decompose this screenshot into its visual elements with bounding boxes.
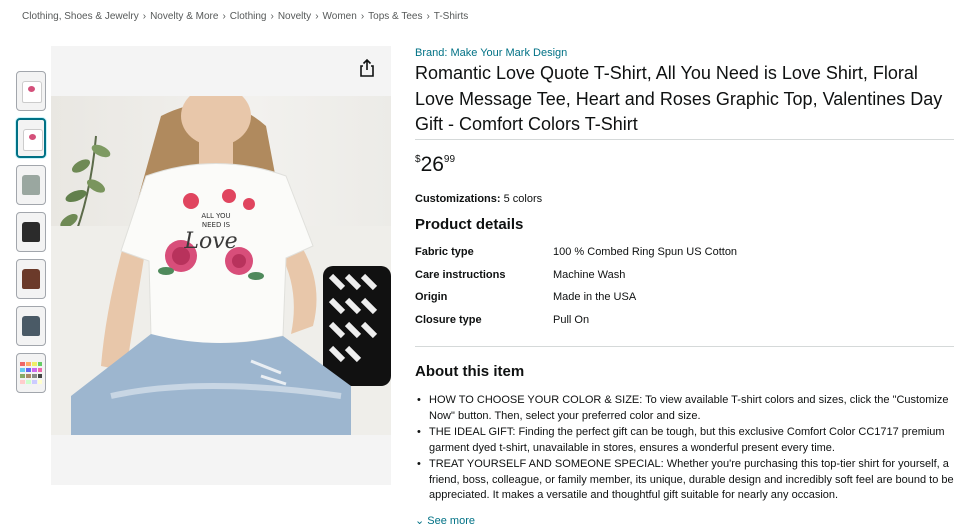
breadcrumb-separator: › — [222, 11, 226, 22]
product-details-table: Fabric type 100 % Combed Ring Spun US Cot… — [415, 246, 737, 337]
breadcrumb-link[interactable]: Clothing — [230, 11, 267, 22]
product-details-heading: Product details — [415, 216, 524, 233]
breadcrumb-separator: › — [142, 11, 147, 22]
product-title: Romantic Love Quote T-Shirt, All You Nee… — [415, 63, 943, 134]
detail-row: Fabric type 100 % Combed Ring Spun US Cot… — [415, 246, 737, 269]
shirt-photo-thumbnail-icon — [23, 129, 43, 151]
price-currency: $ — [415, 154, 421, 165]
thumbnail-5[interactable] — [16, 259, 46, 299]
image-thumbnail-strip — [16, 71, 48, 400]
share-icon[interactable] — [356, 57, 378, 79]
thumbnail-6[interactable] — [16, 306, 46, 346]
about-bullet: HOW TO CHOOSE YOUR COLOR & SIZE: To view… — [415, 393, 955, 425]
breadcrumb-link[interactable]: Women — [323, 11, 357, 22]
detail-row: Origin Made in the USA — [415, 291, 737, 314]
breadcrumb-separator: › — [360, 11, 365, 22]
breadcrumb-link[interactable]: T-Shirts — [434, 11, 468, 22]
detail-key: Care instructions — [415, 268, 506, 281]
shirt-photo-thumbnail-icon — [22, 175, 40, 195]
product-photo: ALL YOU NEED IS Love — [51, 96, 391, 435]
shirt-photo-thumbnail-icon — [22, 81, 42, 103]
main-product-image[interactable]: ALL YOU NEED IS Love — [51, 46, 391, 485]
breadcrumb-separator: › — [426, 11, 430, 22]
shirt-photo-thumbnail-icon — [22, 269, 40, 289]
model-wearing-shirt-illustration: ALL YOU NEED IS Love — [51, 96, 391, 435]
graphic-text-line3: Love — [183, 229, 237, 254]
thumbnail-2-selected[interactable] — [16, 118, 46, 158]
shirt-photo-thumbnail-icon — [22, 316, 40, 336]
graphic-text-line2: NEED IS — [202, 221, 231, 229]
price-whole: 26 — [420, 153, 444, 176]
thumbnail-1[interactable] — [16, 71, 46, 111]
detail-value: Made in the USA — [553, 291, 637, 304]
customizations-value: 5 colors — [503, 193, 543, 205]
color-chart-thumbnail-icon — [20, 362, 42, 384]
breadcrumb-link[interactable]: Novelty — [278, 11, 311, 22]
brand-link[interactable]: Brand: Make Your Mark Design — [415, 47, 567, 59]
thumbnail-4[interactable] — [16, 212, 46, 252]
breadcrumb-link[interactable]: Novelty & More — [150, 11, 218, 22]
divider — [415, 139, 954, 140]
about-bullet: TREAT YOURSELF AND SOMEONE SPECIAL: Whet… — [415, 457, 955, 505]
price-fraction: 99 — [443, 154, 456, 165]
detail-value: 100 % Combed Ring Spun US Cotton — [553, 246, 738, 258]
detail-key: Fabric type — [415, 246, 474, 258]
customizations: Customizations: 5 colors — [415, 193, 542, 205]
thumbnail-3[interactable] — [16, 165, 46, 205]
about-bullet: THE IDEAL GIFT: Finding the perfect gift… — [415, 425, 955, 457]
detail-row: Care instructions Machine Wash — [415, 269, 737, 292]
rose-graphic-icon — [29, 134, 36, 140]
graphic-text-line1: ALL YOU — [201, 212, 230, 220]
thumbnail-7[interactable] — [16, 353, 46, 393]
detail-value: Machine Wash — [553, 268, 626, 281]
detail-value: Pull On — [553, 314, 590, 327]
breadcrumb-link[interactable]: Clothing, Shoes & Jewelry — [22, 11, 139, 22]
breadcrumb: Clothing, Shoes & Jewelry › Novelty & More… — [22, 11, 468, 22]
see-more-label: See more — [427, 515, 475, 527]
breadcrumb-separator: › — [270, 11, 274, 22]
checkered-pillow — [323, 266, 391, 386]
about-bullets: HOW TO CHOOSE YOUR COLOR & SIZE: To view… — [415, 393, 955, 504]
shirt-photo-thumbnail-icon — [22, 222, 40, 242]
detail-key: Closure type — [415, 314, 482, 327]
detail-key: Origin — [415, 291, 448, 304]
chevron-down-icon: ⌄ — [415, 515, 425, 527]
see-more-link[interactable]: ⌄ See more — [415, 514, 475, 527]
about-heading: About this item — [415, 363, 525, 380]
breadcrumb-link[interactable]: Tops & Tees — [368, 11, 422, 22]
customizations-label: Customizations: — [415, 193, 501, 205]
detail-row: Closure type Pull On — [415, 314, 737, 337]
breadcrumb-separator: › — [315, 11, 319, 22]
rose-graphic-icon — [28, 86, 35, 92]
divider — [415, 346, 954, 347]
price: $2699 — [415, 153, 455, 177]
